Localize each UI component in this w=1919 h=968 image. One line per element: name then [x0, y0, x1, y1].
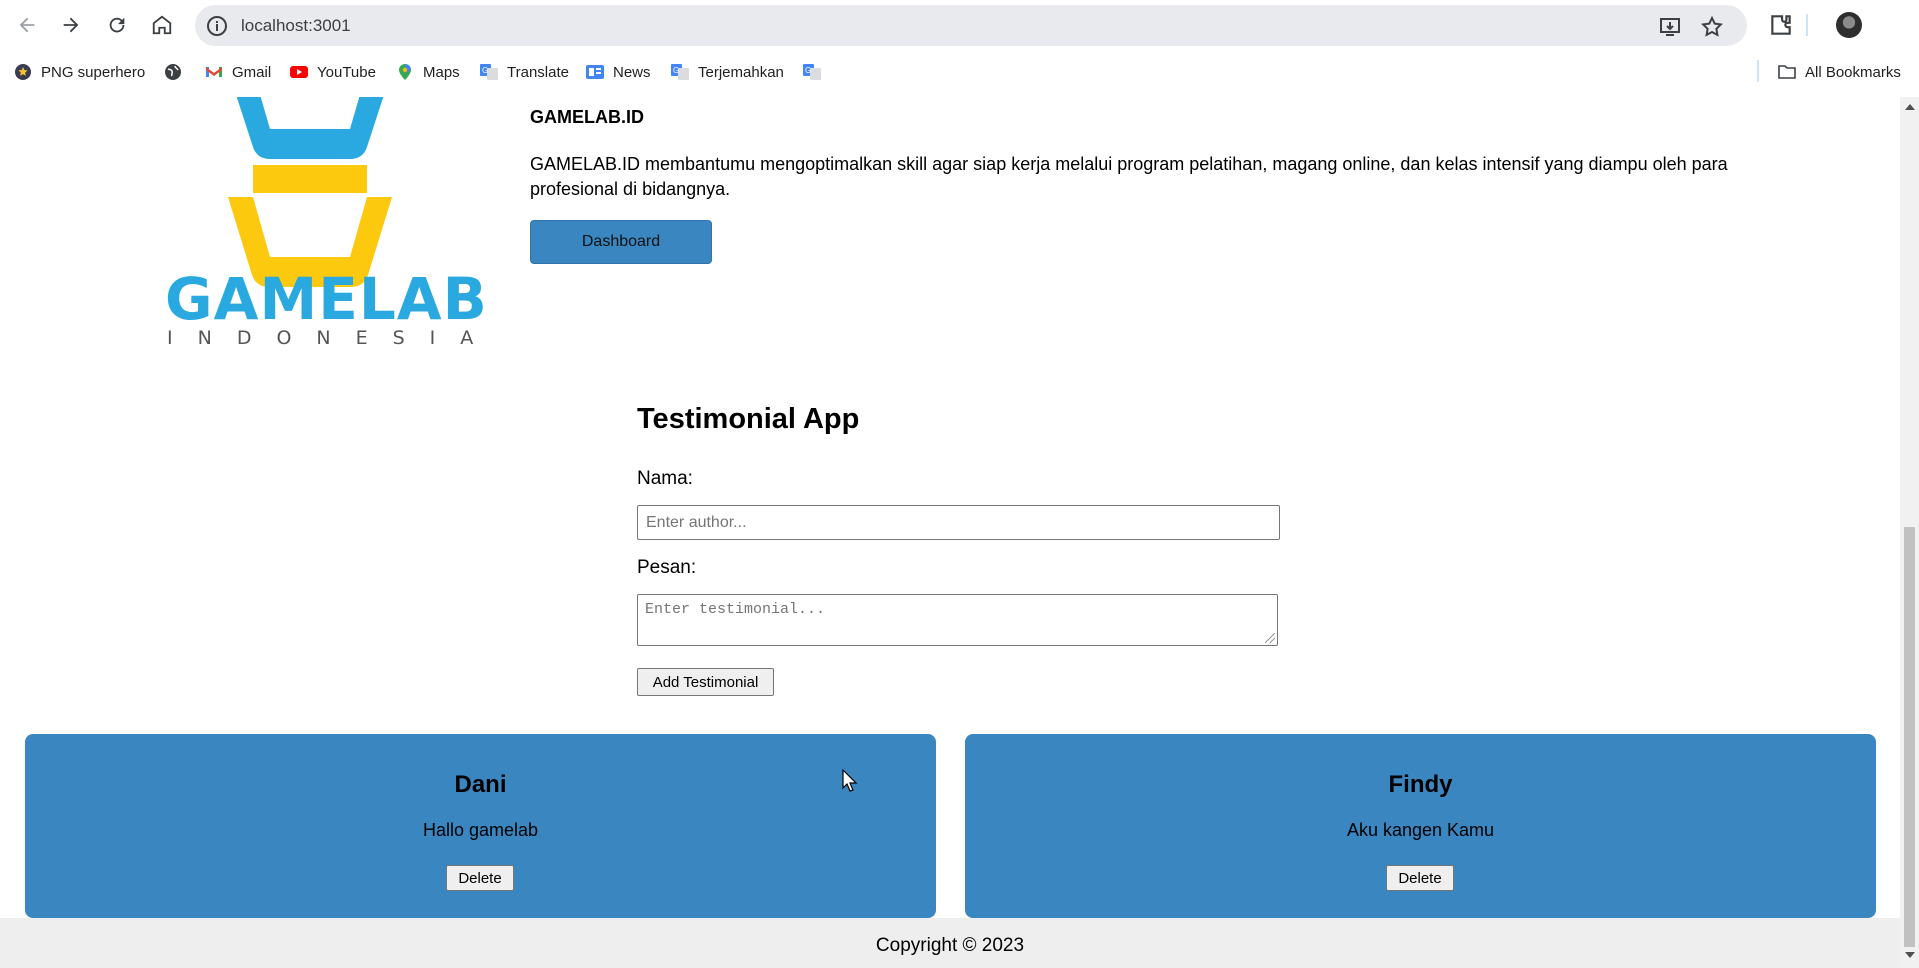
svg-text:G: G	[805, 66, 811, 75]
bookmark-star-icon[interactable]	[1700, 15, 1724, 39]
author-input[interactable]: Enter author...	[637, 505, 1280, 540]
url-text[interactable]: localhost:3001	[241, 5, 351, 46]
resize-handle-icon[interactable]	[1265, 633, 1275, 643]
site-info-icon[interactable]	[205, 14, 229, 38]
all-bookmarks-button[interactable]: All Bookmarks	[1778, 62, 1901, 82]
page-viewport: GAMELAB INDONESIA GAMELAB.ID GAMELAB.ID …	[0, 97, 1900, 968]
name-label: Nama:	[637, 468, 693, 489]
translate-icon: G	[671, 63, 689, 81]
delete-button[interactable]: Delete	[446, 865, 514, 891]
address-bar[interactable]: localhost:3001	[195, 5, 1747, 46]
back-icon[interactable]	[12, 10, 42, 40]
all-bookmarks-label: All Bookmarks	[1805, 63, 1901, 81]
browser-toolbar: localhost:3001	[0, 0, 1919, 50]
bookmark-gmail[interactable]: Gmail	[205, 62, 271, 82]
scroll-down-icon[interactable]	[1905, 952, 1915, 958]
profile-avatar[interactable]	[1836, 12, 1862, 38]
reload-icon[interactable]	[102, 10, 132, 40]
testimonial-card: Findy Aku kangen Kamu Delete	[965, 734, 1876, 918]
bookmark-label: YouTube	[317, 63, 376, 81]
bookmark-translate[interactable]: G Translate	[480, 62, 569, 82]
page-title: Testimonial App	[637, 403, 860, 435]
toolbar-divider	[1806, 14, 1808, 36]
testimonial-placeholder: Enter testimonial...	[645, 601, 826, 618]
testimonial-message: Hallo gamelab	[422, 820, 539, 840]
message-label: Pesan:	[637, 557, 697, 578]
testimonial-author: Findy	[1388, 771, 1453, 798]
bookmark-label: Terjemahkan	[698, 63, 784, 81]
folder-icon	[1778, 63, 1796, 81]
bookmark-label: Gmail	[232, 63, 272, 81]
star-badge-icon	[14, 63, 32, 81]
bookmarks-divider	[1757, 60, 1759, 82]
translate-icon: G	[803, 63, 821, 81]
delete-button[interactable]: Delete	[1386, 865, 1454, 891]
bookmarks-bar: PNG superhero Gmail YouTube Maps G Trans…	[0, 50, 1919, 94]
bookmark-translate-2[interactable]: G	[803, 62, 830, 82]
logo-subtitle: INDONESIA	[167, 327, 499, 349]
logo-wordmark: GAMELAB	[165, 265, 488, 333]
news-icon	[586, 63, 604, 81]
brand-description: GAMELAB.ID membantumu mengoptimalkan ski…	[530, 154, 1728, 199]
add-testimonial-button[interactable]: Add Testimonial	[637, 668, 774, 696]
bookmark-png-superhero[interactable]: PNG superhero	[14, 62, 145, 82]
translate-icon: G	[480, 63, 498, 81]
brand-title: GAMELAB.ID	[530, 107, 644, 127]
forward-icon[interactable]	[56, 10, 86, 40]
testimonial-author: Dani	[454, 771, 507, 798]
svg-text:G: G	[482, 66, 488, 75]
youtube-icon	[290, 63, 308, 81]
page-scrollbar[interactable]	[1900, 97, 1919, 968]
globe-icon	[164, 63, 182, 81]
bookmark-news[interactable]: News	[586, 62, 651, 82]
copyright-text: Copyright © 2023	[875, 935, 1025, 956]
gmail-icon	[205, 63, 223, 81]
scroll-up-icon[interactable]	[1905, 104, 1915, 110]
testimonial-card: Dani Hallo gamelab Delete	[25, 734, 936, 918]
home-icon[interactable]	[147, 10, 177, 40]
testimonial-textarea[interactable]: Enter testimonial...	[637, 594, 1278, 646]
bookmark-globe[interactable]	[164, 62, 191, 82]
mouse-cursor-icon	[842, 769, 858, 792]
dashboard-button[interactable]: Dashboard	[530, 220, 712, 264]
maps-pin-icon	[396, 63, 414, 81]
testimonial-message: Aku kangen Kamu	[1346, 820, 1495, 840]
bookmark-label: Translate	[507, 63, 569, 81]
svg-text:G: G	[673, 66, 679, 75]
bookmark-label: News	[613, 63, 651, 81]
scrollbar-thumb[interactable]	[1904, 527, 1915, 947]
footer: Copyright © 2023	[0, 918, 1900, 968]
install-app-icon[interactable]	[1658, 15, 1682, 39]
bookmark-label: PNG superhero	[41, 63, 146, 81]
bookmark-youtube[interactable]: YouTube	[290, 62, 376, 82]
bookmark-terjemahkan[interactable]: G Terjemahkan	[671, 62, 784, 82]
bookmark-maps[interactable]: Maps	[396, 62, 460, 82]
bookmark-label: Maps	[423, 63, 460, 81]
extensions-icon[interactable]	[1768, 12, 1794, 38]
